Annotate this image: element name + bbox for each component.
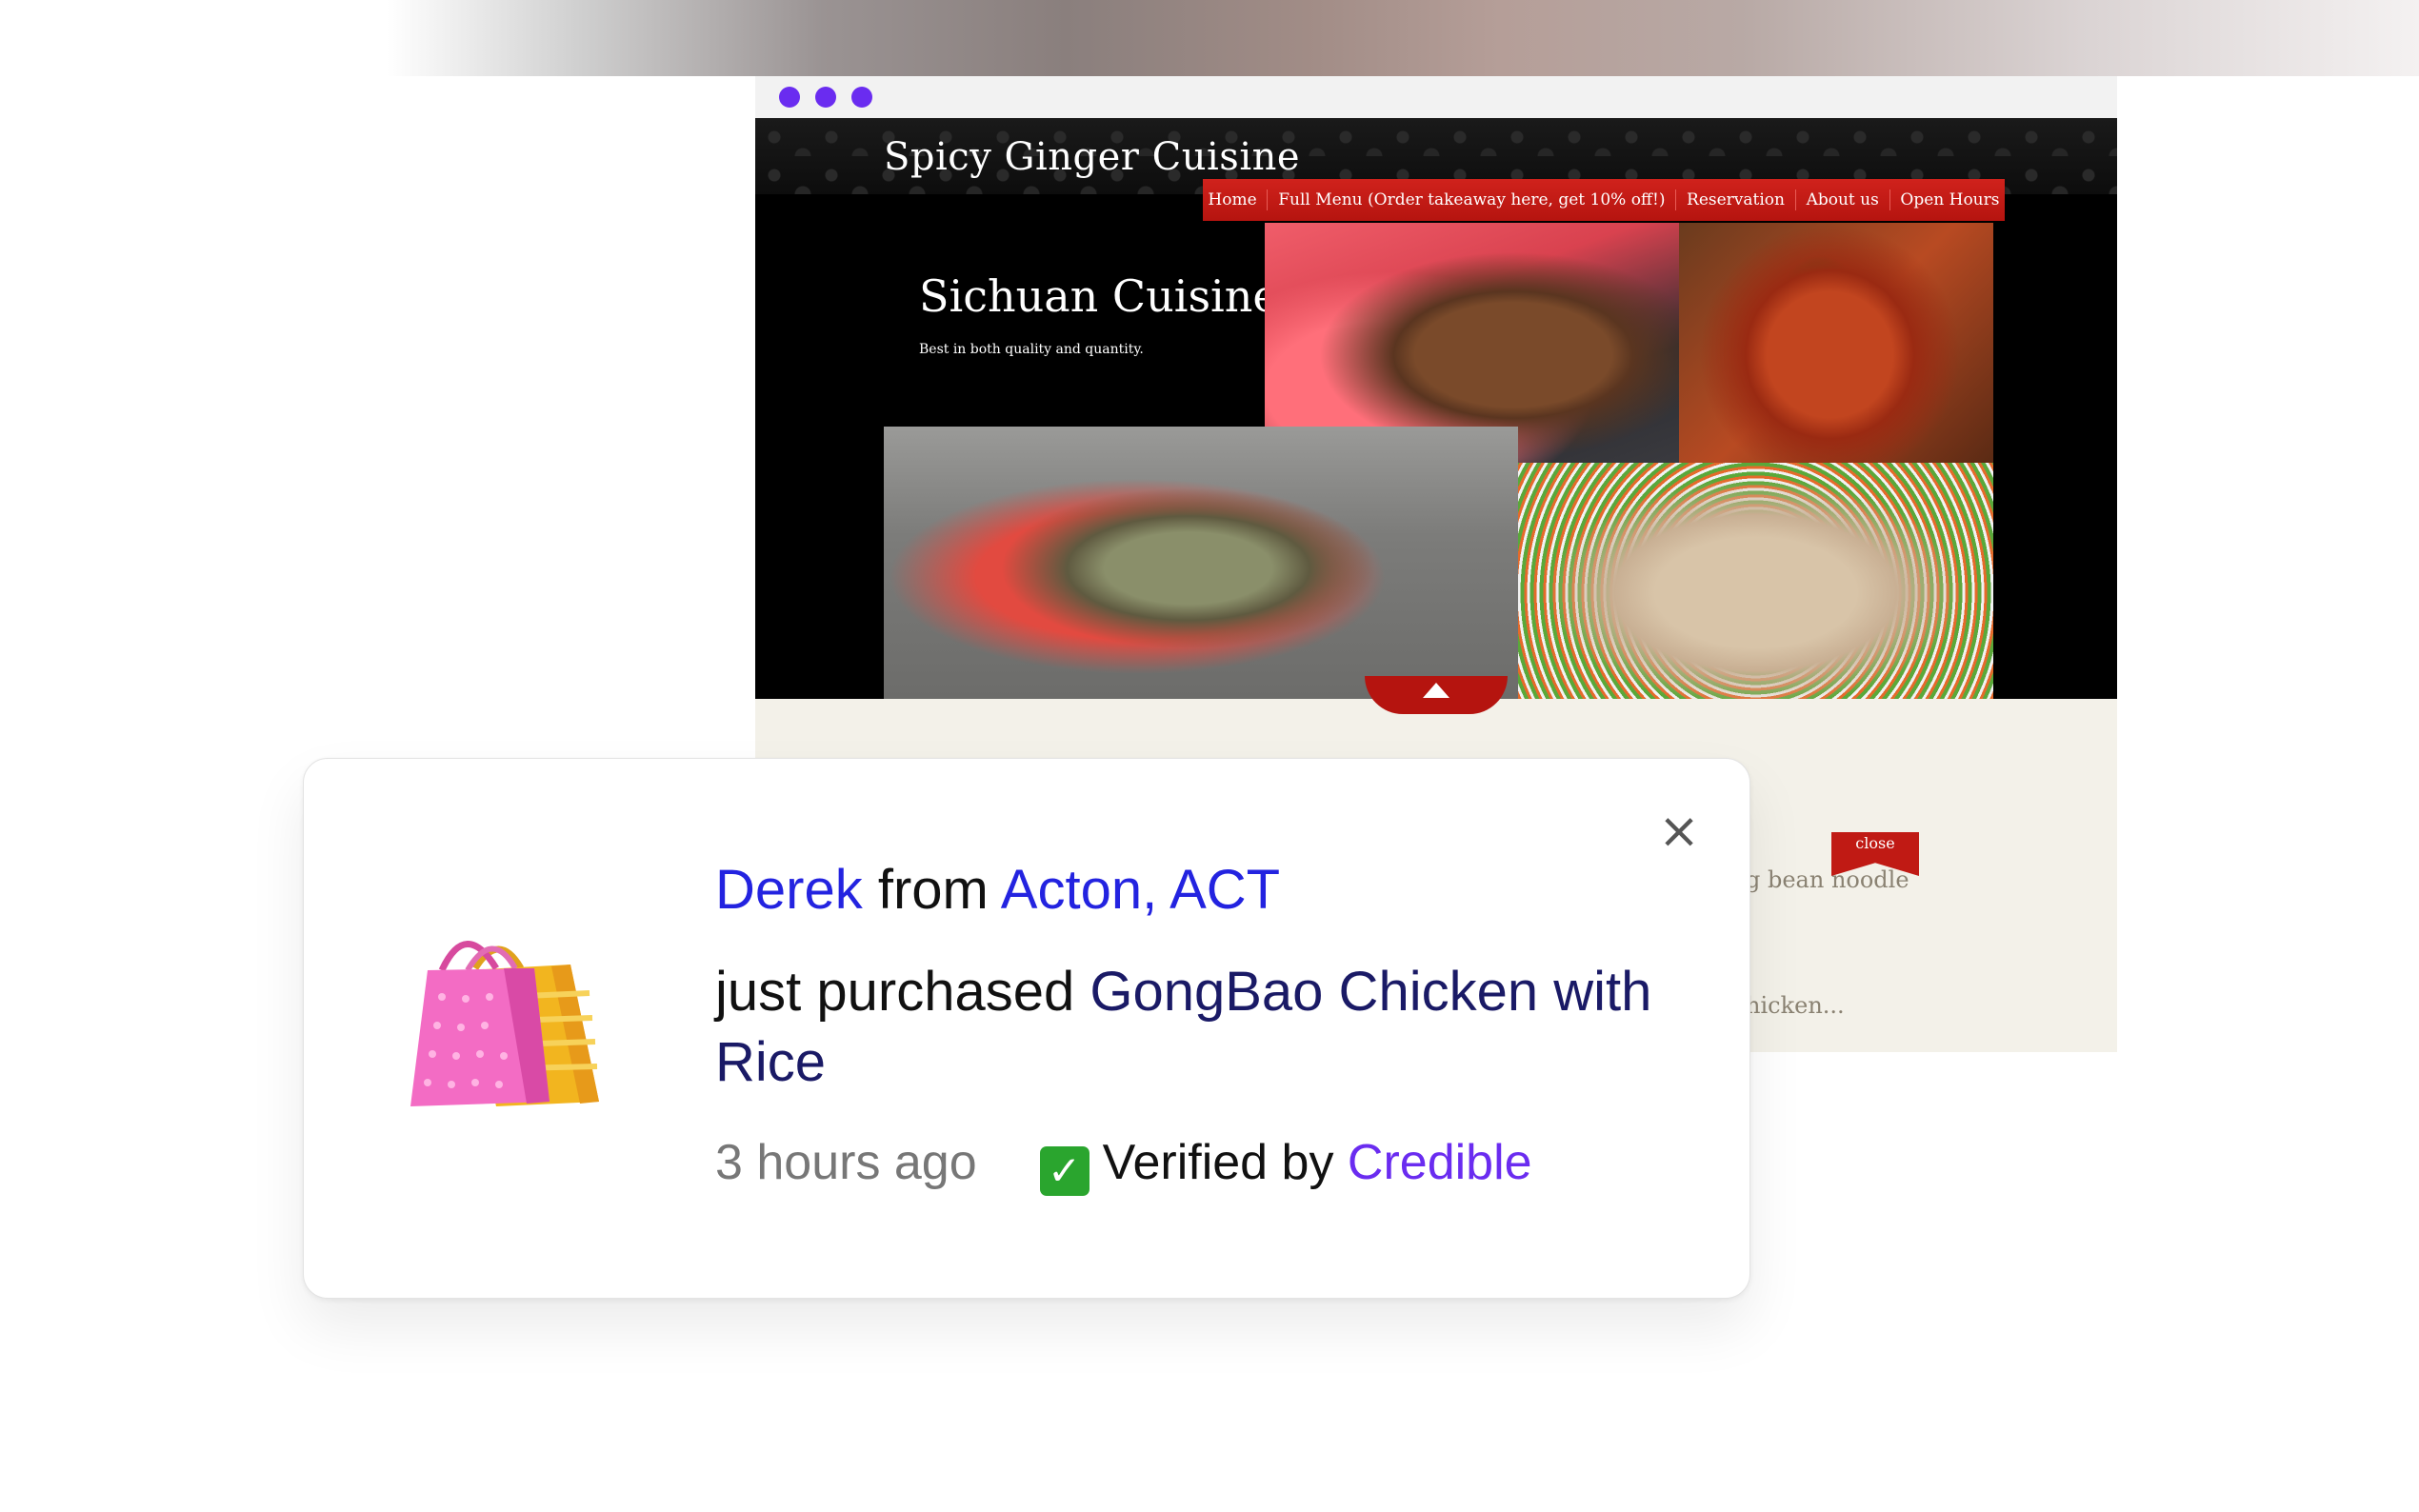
background-blur-strip	[0, 0, 2419, 76]
notification-meta: 3 hours ago ✓ Verified by Credible	[715, 1134, 1532, 1196]
nav-divider	[1794, 189, 1796, 210]
hero-subtitle: Best in both quality and quantity.	[919, 342, 1144, 357]
nav-divider	[1267, 189, 1269, 210]
hero-title: Sichuan Cuisine	[919, 270, 1279, 322]
nav-divider	[1675, 189, 1677, 210]
close-icon[interactable]: ×	[1658, 806, 1700, 856]
purchase-line: just purchased GongBao Chicken with Rice	[715, 957, 1668, 1098]
nav-item-home[interactable]: Home	[1208, 190, 1256, 209]
buyer-location[interactable]: Acton, ACT	[1001, 859, 1280, 921]
collapse-header-tab[interactable]	[1365, 676, 1508, 714]
verified-prefix: Verified by	[1102, 1135, 1334, 1190]
purchase-notification-card[interactable]: × Derek from Acton, ACT just purchased G…	[303, 758, 1750, 1299]
buyer-name[interactable]: Derek	[715, 859, 863, 921]
buyer-line: Derek from Acton, ACT	[715, 858, 1280, 922]
window-dot-icon[interactable]	[779, 87, 800, 108]
nav-item-open-hours[interactable]: Open Hours	[1900, 190, 1999, 209]
from-text: from	[877, 859, 989, 921]
window-dot-icon[interactable]	[815, 87, 836, 108]
purchased-prefix: just purchased	[715, 961, 1075, 1023]
verified-brand-link[interactable]: Credible	[1348, 1135, 1532, 1190]
dish-photo-steamed-fish	[884, 427, 1518, 699]
main-nav: Home Full Menu (Order takeaway here, get…	[1203, 179, 2005, 221]
nav-item-about-us[interactable]: About us	[1807, 190, 1879, 209]
partial-menu-text: g bean noodle	[1746, 866, 1909, 893]
dish-photo-fish-with-vegetables	[1518, 463, 1993, 699]
arrow-up-icon	[1423, 683, 1449, 698]
nav-item-full-menu[interactable]: Full Menu (Order takeaway here, get 10% …	[1278, 190, 1665, 209]
partial-menu-text: hicken...	[1746, 992, 1845, 1019]
browser-titlebar	[755, 76, 2117, 118]
dish-photo-prawns	[1679, 223, 1993, 463]
window-dot-icon[interactable]	[851, 87, 872, 108]
site-title[interactable]: Spicy Ginger Cuisine	[884, 135, 1300, 179]
shopping-bags-icon	[410, 941, 599, 1106]
nav-divider	[1889, 189, 1890, 210]
time-ago: 3 hours ago	[715, 1135, 977, 1190]
site-header: Spicy Ginger Cuisine Home Full Menu (Ord…	[755, 118, 2117, 714]
nav-item-reservation[interactable]: Reservation	[1687, 190, 1785, 209]
check-box-icon: ✓	[1039, 1146, 1090, 1196]
